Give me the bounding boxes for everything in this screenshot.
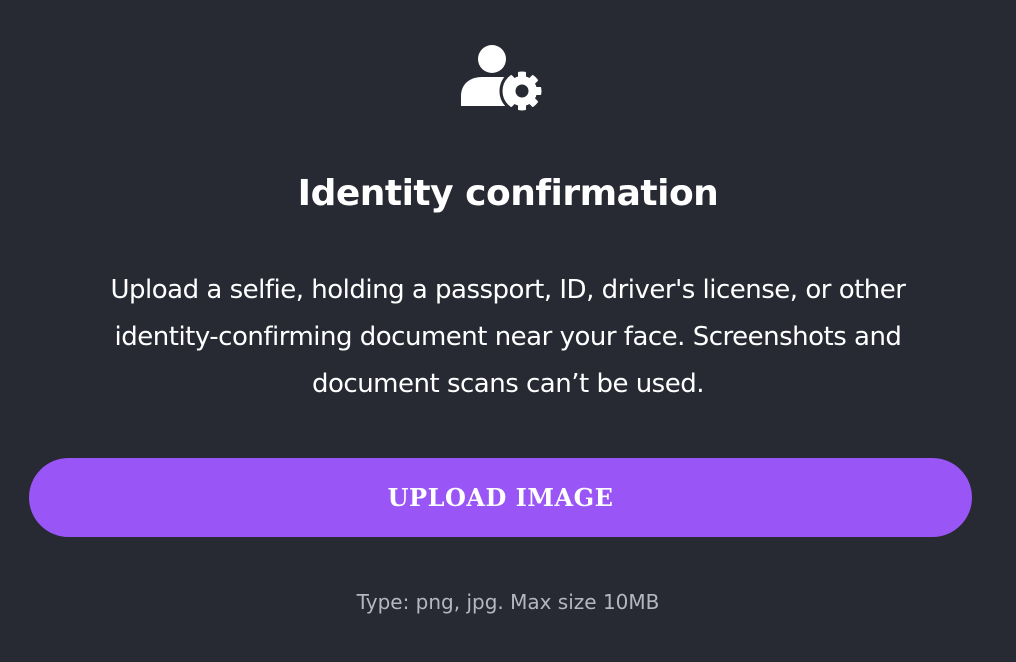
user-gear-icon [458, 42, 544, 114]
instructions-line-1: Upload a selfie, holding a passport, ID,… [110, 275, 906, 305]
file-type-hint: Type: png, jpg. Max size 10MB [356, 590, 660, 614]
instructions-text: Upload a selfie, holding a passport, ID,… [20, 267, 996, 408]
instructions-line-3: document scans can’t be used. [312, 369, 705, 399]
instructions-line-2: identity-confirming document near your f… [114, 322, 902, 352]
page-title: Identity confirmation [297, 173, 719, 214]
upload-image-button[interactable]: UPLOAD IMAGE [29, 458, 972, 537]
identity-confirmation-panel: Identity confirmation Upload a selfie, h… [0, 0, 1016, 662]
